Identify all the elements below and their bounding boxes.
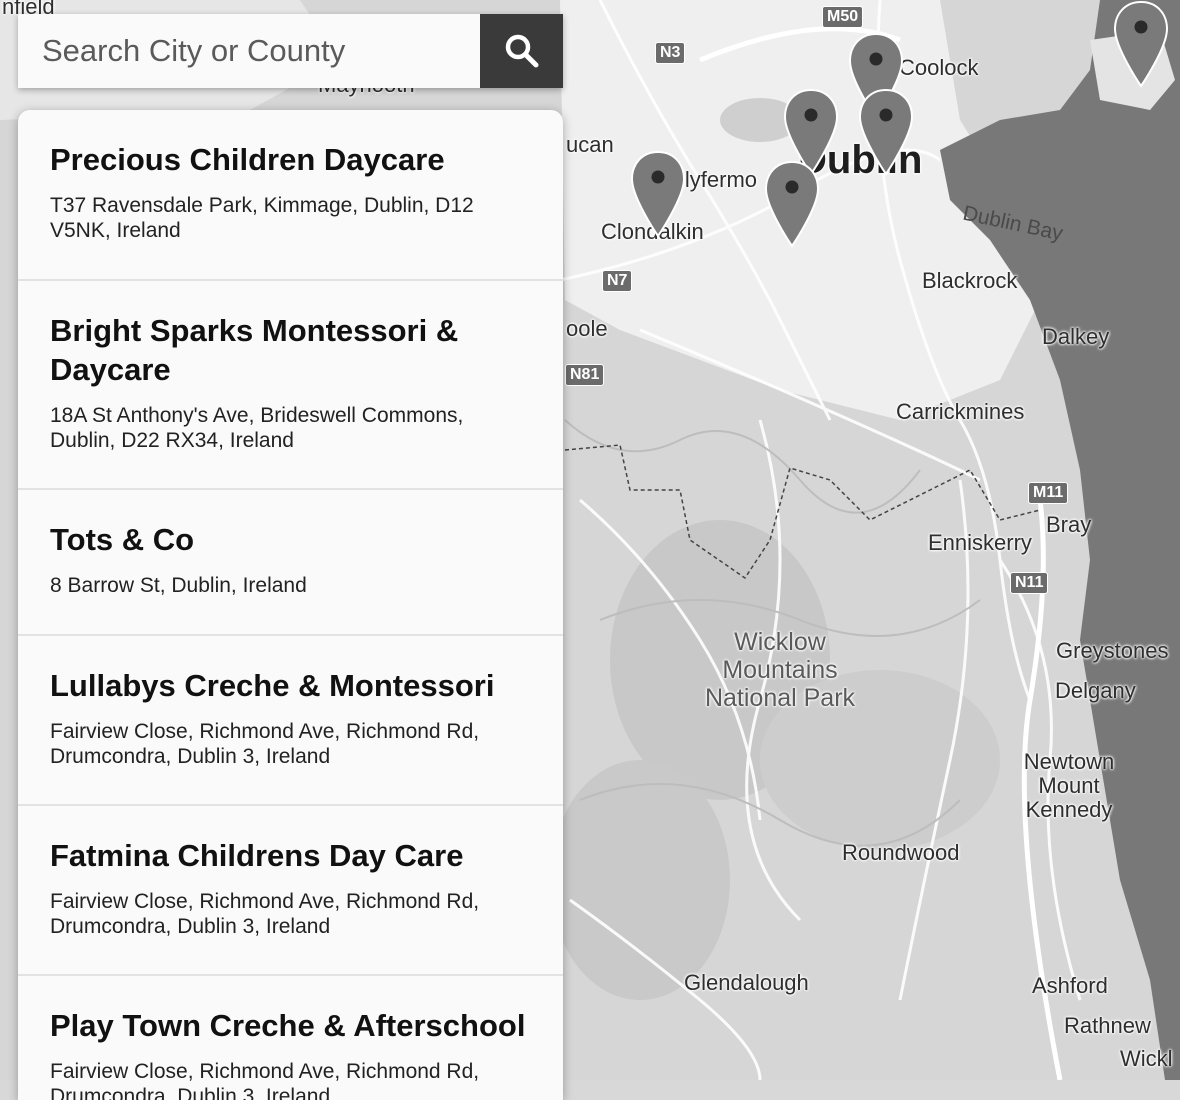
map-label-dalkey: Dalkey (1042, 324, 1110, 349)
result-address: 8 Barrow St, Dublin, Ireland (50, 574, 307, 597)
map-marker-icon[interactable] (630, 150, 686, 240)
road-shield-m11: M11 (1028, 482, 1069, 504)
result-name: Bright Sparks Montessori & Daycare (50, 313, 459, 387)
road-shield-n7: N7 (602, 270, 633, 292)
map-label-carrickmines: Carrickmines (896, 399, 1025, 424)
road-shield-m50: M50 (822, 6, 864, 28)
map-label-rathnew: Rathnew (1064, 1013, 1151, 1038)
map-label-glendalough: Glendalough (684, 970, 809, 995)
map-label-ashford: Ashford (1032, 973, 1108, 998)
result-address: 18A St Anthony's Ave, Brideswell Commons… (50, 404, 464, 452)
map-label-blackrock: Blackrock (922, 268, 1018, 293)
map-label-ballyfermot: llyfermo (680, 167, 758, 192)
map-label-wicklow-park: Wicklow Mountains National Park (704, 628, 856, 712)
map-label-delgany: Delgany (1055, 678, 1136, 703)
result-item[interactable]: Lullabys Creche & Montessori Fairview Cl… (18, 636, 563, 806)
map-marker-icon[interactable] (764, 160, 820, 250)
road-shield-n81: N81 (565, 364, 605, 386)
result-name: Fatmina Childrens Day Care (50, 838, 464, 873)
result-item[interactable]: Play Town Creche & Afterschool Fairview … (18, 976, 563, 1100)
map-label-lucan: ucan (566, 132, 614, 157)
result-name: Precious Children Daycare (50, 142, 445, 177)
result-address: Fairview Close, Richmond Ave, Richmond R… (50, 890, 480, 938)
result-item[interactable]: Precious Children Daycare T37 Ravensdale… (18, 110, 563, 281)
result-item[interactable]: Tots & Co 8 Barrow St, Dublin, Ireland (18, 490, 563, 636)
result-name: Play Town Creche & Afterschool (50, 1008, 526, 1043)
mountain-area (550, 760, 730, 1000)
search-bar (18, 14, 563, 88)
road-shield-n11: N11 (1010, 572, 1049, 594)
map-label-enniskerry: Enniskerry (928, 530, 1032, 555)
map-marker-icon[interactable] (858, 88, 914, 178)
search-input[interactable] (18, 14, 480, 88)
map-label-wicklow: Wickl (1120, 1046, 1173, 1071)
map-label-roundwood: Roundwood (842, 840, 960, 865)
search-icon (505, 34, 538, 68)
search-button[interactable] (480, 14, 563, 88)
result-item[interactable]: Fatmina Childrens Day Care Fairview Clos… (18, 806, 563, 976)
map-label-coolock: Coolock (899, 55, 979, 80)
result-item[interactable]: Bright Sparks Montessori & Daycare 18A S… (18, 281, 563, 490)
map-label-greystones: Greystones (1056, 638, 1169, 663)
results-list[interactable]: Precious Children Daycare T37 Ravensdale… (18, 110, 563, 1100)
result-address: T37 Ravensdale Park, Kimmage, Dublin, D1… (50, 194, 474, 242)
result-name: Tots & Co (50, 522, 195, 557)
result-name: Lullabys Creche & Montessori (50, 668, 495, 703)
map-label-celbridge: oole (566, 316, 608, 341)
map-marker-icon[interactable] (1113, 0, 1169, 90)
road-shield-n3: N3 (655, 42, 686, 64)
map-label-bray: Bray (1046, 512, 1092, 537)
map-label-newtown: Newtown Mount Kennedy (1023, 749, 1115, 822)
result-address: Fairview Close, Richmond Ave, Richmond R… (50, 720, 480, 768)
